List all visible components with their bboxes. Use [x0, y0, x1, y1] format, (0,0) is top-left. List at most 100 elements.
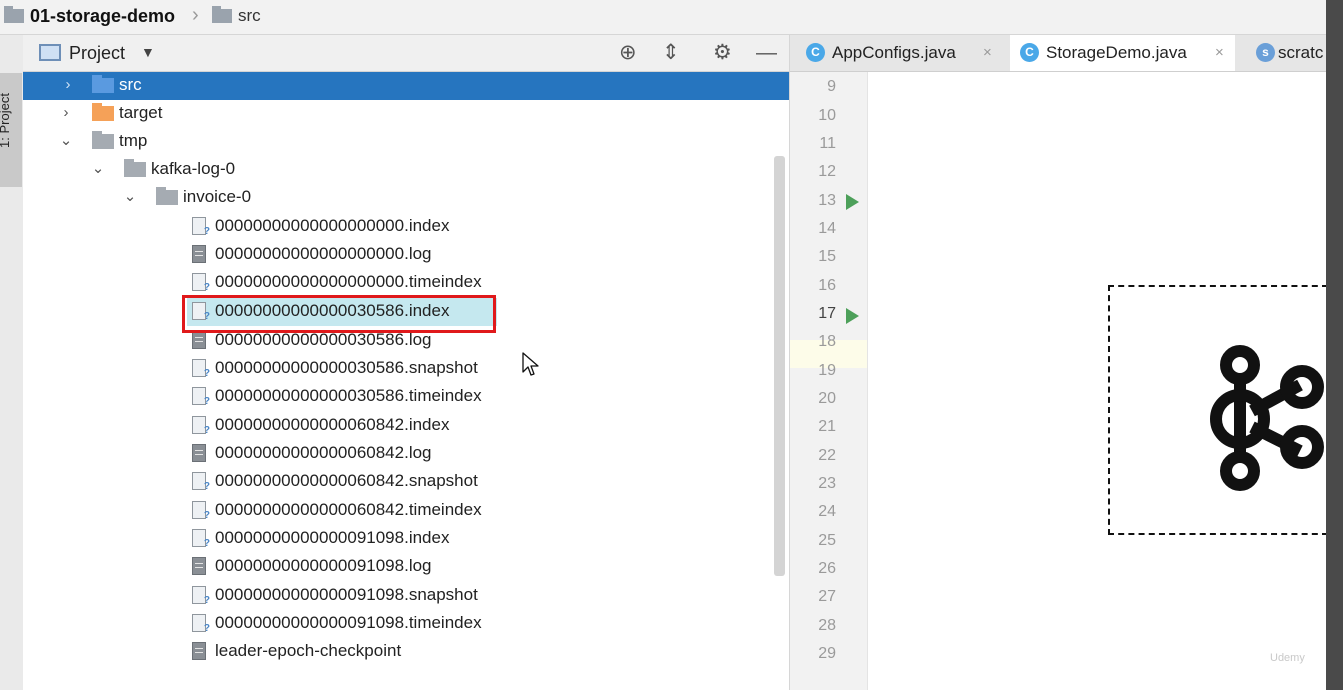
- watermark-text: Udemy: [1270, 652, 1305, 664]
- file-label: 00000000000000060842.snapshot: [215, 471, 478, 490]
- line-number: 27: [818, 588, 836, 605]
- tree-row-file[interactable]: 00000000000000060842.log: [23, 440, 789, 468]
- line-number: 29: [818, 645, 836, 662]
- log-file-icon: [192, 642, 206, 660]
- tree-label: invoice-0: [183, 187, 252, 206]
- tree-row-file[interactable]: ? 00000000000000091098.index: [23, 525, 789, 553]
- tree-row-src[interactable]: › src: [23, 72, 789, 100]
- tree-row-file[interactable]: 00000000000000091098.log: [23, 553, 789, 581]
- file-label: 00000000000000030586.log: [215, 330, 432, 349]
- tree-row-file[interactable]: ? 00000000000000091098.snapshot: [23, 582, 789, 610]
- project-tree: › src › target ⌄ tmp ⌄ kafka-log-0 ⌄ inv…: [23, 72, 789, 690]
- folder-icon: [92, 75, 114, 93]
- tree-row-file[interactable]: ? 00000000000000000000.index: [23, 213, 789, 241]
- window-edge: [1326, 0, 1343, 690]
- tab-label: scratc: [1278, 43, 1324, 62]
- unknown-file-icon: ?: [192, 472, 210, 492]
- tree-scrollbar[interactable]: [774, 156, 785, 576]
- log-file-icon: [192, 444, 206, 462]
- line-number: 17: [818, 305, 836, 322]
- unknown-file-icon: ?: [192, 416, 210, 436]
- line-number: 28: [818, 617, 836, 634]
- unknown-file-icon: ?: [192, 501, 210, 521]
- file-label: 00000000000000000000.log: [215, 244, 432, 263]
- folder-icon: [212, 6, 232, 23]
- caret-down-icon[interactable]: ▼: [141, 44, 155, 60]
- tab-scratch[interactable]: s scratc: [1244, 35, 1327, 71]
- tree-label: tmp: [119, 131, 148, 150]
- line-number: 13: [818, 192, 836, 209]
- tab-label: StorageDemo.java: [1046, 43, 1187, 62]
- line-number: 26: [818, 560, 836, 577]
- log-file-icon: [192, 331, 206, 349]
- annotation-highlight-box: [182, 295, 496, 333]
- tree-row-tmp[interactable]: ⌄ tmp: [23, 128, 789, 156]
- breadcrumb-project[interactable]: 01-storage-demo: [30, 6, 175, 27]
- unknown-file-icon: ?: [192, 273, 210, 293]
- close-icon[interactable]: ×: [1215, 44, 1224, 61]
- breadcrumb-bar: 01-storage-demo › src: [0, 0, 1326, 35]
- tree-row-file[interactable]: leader-epoch-checkpoint: [23, 638, 789, 666]
- project-folder-icon: [4, 6, 24, 23]
- locate-icon[interactable]: ⊕: [619, 41, 637, 65]
- tree-row-file[interactable]: ? 00000000000000030586.snapshot: [23, 355, 789, 383]
- tree-row-target[interactable]: › target: [23, 100, 789, 128]
- tab-label: AppConfigs.java: [832, 43, 956, 62]
- folder-icon: [92, 131, 114, 149]
- hide-icon[interactable]: —: [756, 41, 777, 65]
- close-icon[interactable]: ×: [983, 44, 992, 61]
- file-label: 00000000000000091098.index: [215, 528, 450, 547]
- chevron-down-icon[interactable]: ⌄: [123, 187, 137, 207]
- gear-icon[interactable]: ⚙: [713, 41, 732, 65]
- tab-appconfigs[interactable]: C AppConfigs.java ×: [796, 35, 1001, 71]
- file-label: 00000000000000000000.index: [215, 216, 450, 235]
- unknown-file-icon: ?: [192, 586, 210, 606]
- line-number: 12: [818, 163, 836, 180]
- chevron-right-icon[interactable]: ›: [61, 75, 75, 95]
- scratch-file-icon: s: [1256, 43, 1275, 62]
- line-number: 14: [818, 220, 836, 237]
- project-panel: Project ▼ ⊕ ⇕ ⚙ — › src › target ⌄ tmp ⌄…: [23, 35, 789, 690]
- folder-icon: [92, 103, 114, 121]
- tree-row-invoice[interactable]: ⌄ invoice-0: [23, 184, 789, 212]
- java-class-icon: C: [806, 43, 825, 62]
- run-gutter-icon[interactable]: [846, 308, 859, 324]
- project-view-icon: [39, 44, 61, 61]
- chevron-down-icon[interactable]: ⌄: [59, 131, 73, 151]
- file-label: 00000000000000091098.snapshot: [215, 585, 478, 604]
- breadcrumb-src[interactable]: src: [238, 6, 261, 26]
- tree-label: src: [119, 75, 142, 94]
- file-label: 00000000000000000000.timeindex: [215, 272, 482, 291]
- project-tool-tab[interactable]: 1: Project: [0, 73, 22, 187]
- line-number: 9: [827, 78, 836, 95]
- project-view-title[interactable]: Project: [69, 43, 125, 64]
- tree-row-file[interactable]: ? 00000000000000091098.timeindex: [23, 610, 789, 638]
- log-file-icon: [192, 557, 206, 575]
- line-number: 11: [819, 135, 836, 152]
- java-class-icon: C: [1020, 43, 1039, 62]
- line-number: 24: [818, 503, 836, 520]
- tree-row-file[interactable]: ? 00000000000000060842.snapshot: [23, 468, 789, 496]
- unknown-file-icon: ?: [192, 359, 210, 379]
- file-label: 00000000000000091098.timeindex: [215, 613, 482, 632]
- line-number: 22: [818, 447, 836, 464]
- tab-storagedemo[interactable]: C StorageDemo.java ×: [1010, 35, 1235, 71]
- run-gutter-icon[interactable]: [846, 194, 859, 210]
- tree-row-file[interactable]: ? 00000000000000060842.timeindex: [23, 497, 789, 525]
- chevron-right-icon[interactable]: ›: [59, 103, 73, 123]
- file-label: 00000000000000030586.snapshot: [215, 358, 478, 377]
- tree-row-kafka-log[interactable]: ⌄ kafka-log-0: [23, 156, 789, 184]
- chevron-down-icon[interactable]: ⌄: [91, 159, 105, 179]
- line-number: 10: [818, 107, 836, 124]
- tree-row-file[interactable]: ? 00000000000000060842.index: [23, 412, 789, 440]
- file-label: 00000000000000030586.timeindex: [215, 386, 482, 405]
- tree-label: kafka-log-0: [151, 159, 236, 178]
- unknown-file-icon: ?: [192, 529, 210, 549]
- collapse-all-icon[interactable]: ⇕: [662, 41, 680, 65]
- line-number: 20: [818, 390, 836, 407]
- tree-row-file[interactable]: ? 00000000000000000000.timeindex: [23, 269, 789, 297]
- tree-row-file[interactable]: 00000000000000000000.log: [23, 241, 789, 269]
- kafka-logo-icon: [1210, 345, 1324, 491]
- tree-row-file[interactable]: ? 00000000000000030586.timeindex: [23, 383, 789, 411]
- file-label: 00000000000000060842.index: [215, 415, 450, 434]
